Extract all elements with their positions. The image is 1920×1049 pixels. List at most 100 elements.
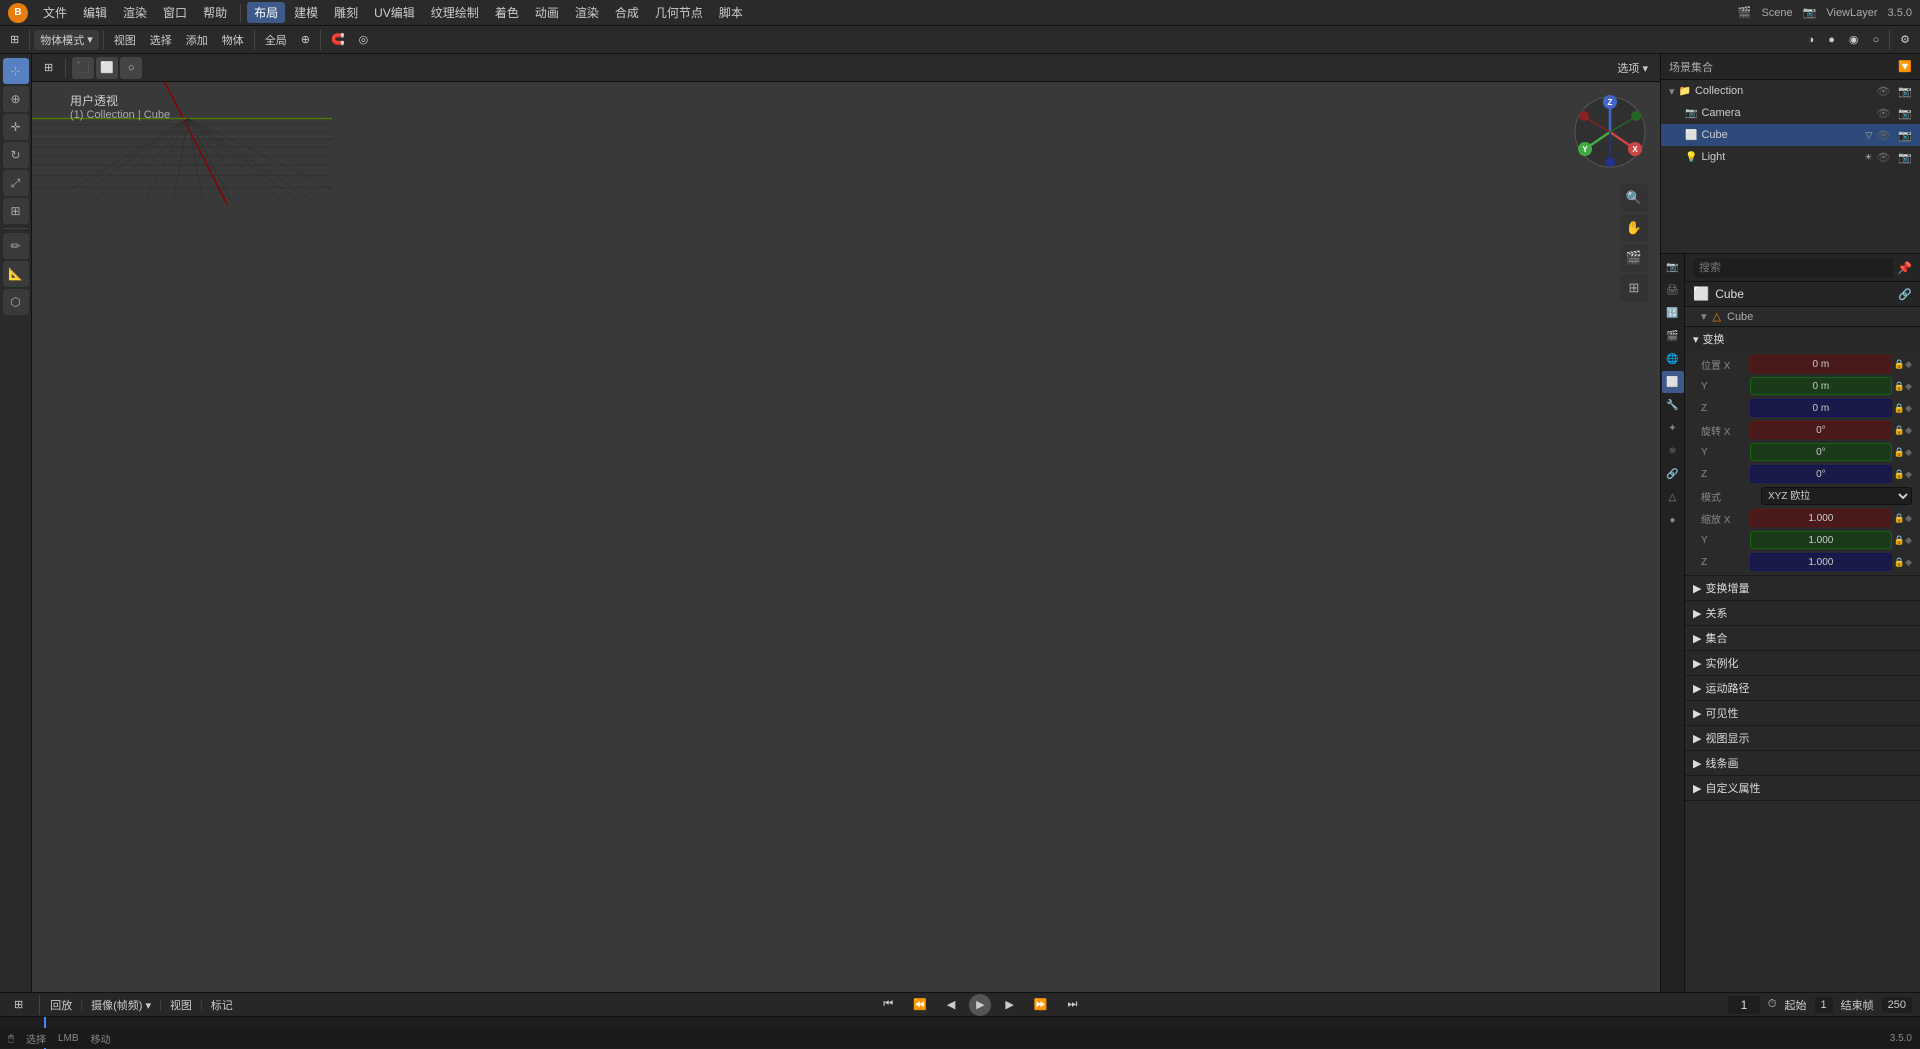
transform-section-header[interactable]: ▾ 变换 [1685,327,1920,351]
solid-dot[interactable]: ⬛ [72,57,94,79]
cube-vis-icon[interactable]: 👁 [1876,129,1890,142]
rot-x-input[interactable] [1750,421,1892,439]
loc-x-lock[interactable]: 🔒 [1894,359,1905,370]
prop-tab-render[interactable]: 📷 [1662,256,1684,278]
cube-render-icon[interactable]: 📷 [1898,129,1912,142]
rot-z-anim[interactable]: ◆ [1905,469,1912,480]
viewport-gizmo[interactable]: Z X Y [1570,92,1650,172]
play-btn[interactable]: ▶ [969,994,991,1016]
proportional-btn[interactable]: ◎ [353,31,375,48]
line-art-header[interactable]: ▶ 线条画 [1685,751,1920,775]
grid-overlay-btn[interactable]: ⊞ [1620,274,1648,302]
transform-delta-header[interactable]: ▶ 变换增量 [1685,576,1920,600]
workspace-geometry-nodes[interactable]: 几何节点 [648,2,710,23]
prev-frame-btn[interactable]: ⏪ [907,996,933,1013]
viewport-editor-type-btn[interactable]: ⊞ [38,59,59,76]
menu-file[interactable]: 文件 [36,2,74,23]
collection-vis-icon[interactable]: 👁 [1876,85,1890,98]
prop-tab-output[interactable]: 🖨 [1662,279,1684,301]
xray-btn[interactable]: ◑ [1802,32,1821,48]
cursor-tool-btn[interactable]: ⊕ [3,86,29,112]
prop-tab-physics[interactable]: ⚛ [1662,440,1684,462]
loc-y-lock[interactable]: 🔒 [1894,381,1905,392]
pan-btn[interactable]: ✋ [1620,214,1648,242]
loc-z-lock[interactable]: 🔒 [1894,403,1905,414]
prev-keyframe-btn[interactable]: ◀ [941,996,961,1013]
prop-tab-modifier[interactable]: 🔧 [1662,394,1684,416]
next-keyframe-btn[interactable]: ▶ [999,996,1019,1013]
scale-z-lock[interactable]: 🔒 [1894,557,1905,568]
motion-path-header[interactable]: ▶ 运动路径 [1685,676,1920,700]
camera-fps-label[interactable]: 摄像(帧频) ▾ [91,997,151,1013]
workspace-scripting[interactable]: 脚本 [712,2,750,23]
menu-edit[interactable]: 编辑 [76,2,114,23]
tl-view-label[interactable]: 视图 [170,997,192,1013]
wireframe-dot[interactable]: ⬜ [96,57,118,79]
loc-z-anim[interactable]: ◆ [1905,403,1912,414]
workspace-modeling[interactable]: 建模 [287,2,325,23]
current-frame-value[interactable]: 1 [1734,998,1754,1012]
workspace-compositing[interactable]: 合成 [608,2,646,23]
collection-render-icon[interactable]: 📷 [1898,85,1912,98]
global-local-btn[interactable]: 全局 [259,30,293,50]
scale-y-lock[interactable]: 🔒 [1894,535,1905,546]
workspace-rendering[interactable]: 渲染 [568,2,606,23]
select-btn[interactable]: 选择 [144,30,178,50]
zoom-fit-btn[interactable]: 🔍 [1620,184,1648,212]
prop-tab-constraints[interactable]: 🔗 [1662,463,1684,485]
options-btn[interactable]: ⚙ [1894,31,1916,48]
mode-dropdown[interactable]: 物体模式 ▾ [34,30,99,50]
move-tool-btn[interactable]: ✛ [3,114,29,140]
visibility-header[interactable]: ▶ 可见性 [1685,701,1920,725]
outliner-item-cube[interactable]: ⬜ Cube ▽ 👁 📷 [1661,124,1920,146]
menu-window[interactable]: 窗口 [156,2,194,23]
scale-x-lock[interactable]: 🔒 [1894,513,1905,524]
workspace-sculpting[interactable]: 雕刻 [327,2,365,23]
workspace-shading[interactable]: 着色 [488,2,526,23]
editor-type-btn[interactable]: ⊞ [4,31,25,48]
marker-label[interactable]: 标记 [211,997,233,1013]
camera-render-icon[interactable]: 📷 [1898,107,1912,120]
timeline-editor-type[interactable]: ⊞ [8,996,29,1013]
instancing-header[interactable]: ▶ 实例化 [1685,651,1920,675]
loc-y-anim[interactable]: ◆ [1905,381,1912,392]
select-tool-btn[interactable]: ⊹ [3,58,29,84]
menu-help[interactable]: 帮助 [196,2,234,23]
prop-tab-view-layer[interactable]: 🔢 [1662,302,1684,324]
workspace-animation[interactable]: 动画 [528,2,566,23]
prop-tab-data[interactable]: △ [1662,486,1684,508]
light-vis-icon[interactable]: 👁 [1876,151,1890,164]
outliner-item-collection[interactable]: ▾ 📁 Collection 👁 📷 [1661,80,1920,102]
prop-link-icon[interactable]: 🔗 [1898,288,1912,301]
next-frame-btn[interactable]: ⏩ [1028,996,1054,1013]
rotate-tool-btn[interactable]: ↻ [3,142,29,168]
scale-z-input[interactable] [1750,553,1892,571]
rot-z-input[interactable] [1750,465,1892,483]
menu-render[interactable]: 渲染 [116,2,154,23]
prop-tab-material[interactable]: ● [1662,509,1684,531]
transform-tool-btn[interactable]: ⊞ [3,198,29,224]
annotate-tool-btn[interactable]: ✏ [3,233,29,259]
prop-tab-particles[interactable]: ✦ [1662,417,1684,439]
viewport-display-header[interactable]: ▶ 视图显示 [1685,726,1920,750]
relations-header[interactable]: ▶ 关系 [1685,601,1920,625]
snap-btn[interactable]: 🧲 [325,31,351,48]
loc-z-input[interactable] [1750,399,1892,417]
scale-y-anim[interactable]: ◆ [1905,535,1912,546]
prop-pin-icon[interactable]: 📌 [1897,261,1912,275]
loc-y-input[interactable] [1750,377,1892,395]
outliner-filter-icon[interactable]: 🔽 [1898,60,1912,73]
material-view-btn[interactable]: ◉ [1843,31,1865,48]
rotation-mode-select[interactable]: XYZ 欧拉 XZY 欧拉 四元数 [1761,487,1912,505]
rot-z-lock[interactable]: 🔒 [1894,469,1905,480]
jump-end-btn[interactable]: ⏭ [1061,996,1083,1013]
add-btn[interactable]: 添加 [180,30,214,50]
camera-vis-icon[interactable]: 👁 [1876,107,1890,120]
object-btn[interactable]: 物体 [216,30,250,50]
workspace-layout[interactable]: 布局 [247,2,285,23]
viewport-3d[interactable]: ⊞ ⬛ ⬜ ○ 选项 ▾ 用户透视 (1) Collection | Cube … [32,54,1660,992]
scale-y-input[interactable] [1750,531,1892,549]
workspace-texture-paint[interactable]: 纹理绘制 [424,2,486,23]
outliner-item-light[interactable]: 💡 Light ☀ 👁 📷 [1661,146,1920,168]
rot-y-lock[interactable]: 🔒 [1894,447,1905,458]
